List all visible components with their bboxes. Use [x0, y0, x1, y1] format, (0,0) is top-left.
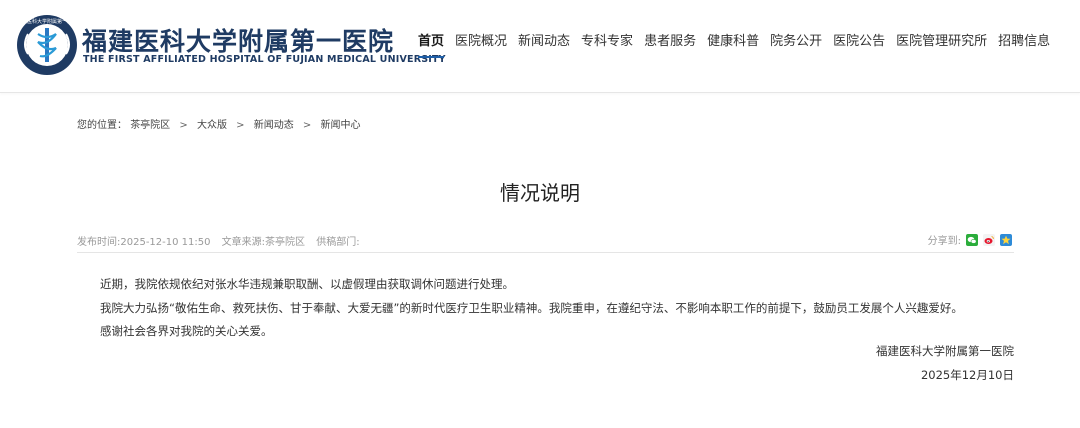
nav-announcements[interactable]: 医院公告 — [833, 30, 885, 49]
share-bar: 分享到: — [928, 232, 1012, 247]
nav-affairs-disclosure[interactable]: 院务公开 — [770, 30, 822, 49]
article-body: 近期，我院依规依纪对张水华违规兼职取酬、以虚假理由获取调休问题进行处理。 我院大… — [100, 273, 1020, 344]
signature-org: 福建医科大学附属第一医院 — [876, 344, 1014, 358]
hospital-name-en: THE FIRST AFFILIATED HOSPITAL OF FUJIAN … — [83, 54, 446, 65]
article-provider: 供稿部门: — [316, 237, 360, 248]
publish-time: 发布时间:2025-12-10 11:50 — [77, 237, 211, 248]
wechat-icon[interactable] — [966, 233, 978, 246]
article-title: 情况说明 — [500, 181, 580, 205]
hospital-name-cn[interactable]: 福建医科大学附属第一医院 — [82, 22, 394, 58]
signature-date: 2025年12月10日 — [920, 367, 1014, 382]
breadcrumb: 您的位置： 茶亭院区 > 大众版 > 新闻动态 > 新闻中心 — [77, 116, 360, 131]
breadcrumb-separator: > — [302, 120, 312, 131]
breadcrumb-item-public-edition[interactable]: 大众版 — [197, 120, 227, 131]
nav-recruitment[interactable]: 招聘信息 — [998, 30, 1050, 49]
qzone-icon[interactable] — [1000, 233, 1012, 246]
breadcrumb-separator: > — [236, 120, 245, 131]
nav-news[interactable]: 新闻动态 — [518, 30, 570, 49]
article-source: 文章来源:茶亭院区 — [221, 237, 306, 248]
hospital-logo[interactable]: 福建医科大学附属第一医院 — [16, 14, 78, 76]
breadcrumb-item-news[interactable]: 新闻动态 — [254, 120, 294, 131]
nav-home[interactable]: 首页 — [418, 30, 445, 58]
nav-health-education[interactable]: 健康科普 — [707, 30, 759, 49]
nav-hospital-overview[interactable]: 医院概况 — [455, 30, 507, 49]
breadcrumb-item-campus[interactable]: 茶亭院区 — [130, 120, 170, 131]
article-meta: 发布时间:2025-12-10 11:50 文章来源:茶亭院区 供稿部门: — [77, 233, 368, 248]
article-paragraph: 近期，我院依规依纪对张水华违规兼职取酬、以虚假理由获取调休问题进行处理。 — [100, 277, 514, 291]
meta-divider — [77, 252, 1014, 253]
logo-ring-text: 福建医科大学附属第一医院 — [17, 18, 77, 25]
breadcrumb-prefix: 您的位置： — [77, 120, 127, 131]
site-header: 福建医科大学附属第一医院 福建医科大学附属第一医院 THE FIRST AFFI… — [0, 0, 1080, 93]
breadcrumb-separator: > — [179, 120, 188, 131]
article-paragraph: 我院大力弘扬“敬佑生命、救死扶伤、甘于奉献、大爱无疆”的新时代医疗卫生职业精神。… — [100, 300, 963, 315]
main-nav: 首页 医院概况 新闻动态 专科专家 患者服务 健康科普 院务公开 医院公告 医院… — [418, 30, 1050, 58]
article-signature-block: 福建医科大学附属第一医院 2025年12月10日 — [876, 340, 1014, 387]
nav-management-institute[interactable]: 医院管理研究所 — [896, 30, 987, 49]
breadcrumb-item-news-center[interactable]: 新闻中心 — [320, 120, 360, 131]
nav-patient-services[interactable]: 患者服务 — [644, 30, 696, 49]
weibo-icon[interactable] — [983, 233, 995, 246]
nav-specialists[interactable]: 专科专家 — [581, 30, 633, 49]
share-label: 分享到: — [927, 236, 961, 247]
